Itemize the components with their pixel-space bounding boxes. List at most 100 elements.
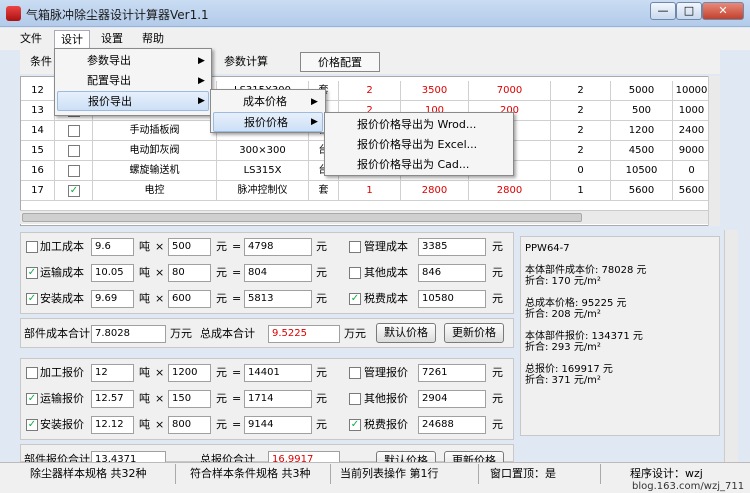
menu-item-export-excel[interactable]: 报价价格导出为 Excel... xyxy=(327,135,511,155)
cost-processing-result-field[interactable]: 4798 xyxy=(244,238,312,256)
quote-transport-checkbox[interactable]: ✓ xyxy=(26,393,38,405)
menu-settings[interactable]: 设置 xyxy=(95,30,129,48)
quote-other-field[interactable]: 2904 xyxy=(418,390,486,408)
cost-processing-tonnage-field[interactable]: 9.6 xyxy=(91,238,134,256)
grid-horizontal-scrollbar[interactable] xyxy=(20,210,708,224)
table-cell-spec: 300×300 xyxy=(217,141,309,161)
cost-update-price-button[interactable]: 更新价格 xyxy=(444,323,504,343)
menu-item-quote-export[interactable]: 报价导出 xyxy=(57,91,209,111)
quote-processing-rate-field[interactable]: 1200 xyxy=(168,364,211,382)
cost-tax-checkbox[interactable]: ✓ xyxy=(349,293,361,305)
minimize-button[interactable]: — xyxy=(650,2,676,20)
quote-mgmt-checkbox[interactable] xyxy=(349,367,361,379)
table-cell-n: 2 xyxy=(551,81,611,101)
table-cell-no: 13 xyxy=(21,101,55,121)
cost-transport-result-field[interactable]: 804 xyxy=(244,264,312,282)
quote-transport-tonnage-field[interactable]: 12.57 xyxy=(91,390,134,408)
cost-install-tonnage-field[interactable]: 9.69 xyxy=(91,290,134,308)
scroll-thumb[interactable] xyxy=(22,213,582,222)
cost-mgmt-field[interactable]: 3385 xyxy=(418,238,486,256)
multiply-sign: × xyxy=(155,266,165,279)
unit-yuan-label: 元 xyxy=(492,292,503,305)
quote-processing-result-field[interactable]: 14401 xyxy=(244,364,312,382)
menu-item-export-word[interactable]: 报价价格导出为 Wrod... xyxy=(327,115,511,135)
quote-other-checkbox[interactable] xyxy=(349,393,361,405)
cost-transport-tonnage-field[interactable]: 10.05 xyxy=(91,264,134,282)
cost-other-field[interactable]: 846 xyxy=(418,264,486,282)
unit-ton-label: 吨 xyxy=(139,266,150,279)
status-topmost: 窗口置顶：是 xyxy=(490,467,556,480)
quote-install-result-field[interactable]: 9144 xyxy=(244,416,312,434)
quote-transport-rate-field[interactable]: 150 xyxy=(168,390,211,408)
table-cell-qty: 2 xyxy=(339,81,401,101)
unit-ton-label: 吨 xyxy=(139,418,150,431)
cost-mgmt-label: 管理成本 xyxy=(364,240,408,253)
cost-install-result-field[interactable]: 5813 xyxy=(244,290,312,308)
row-checkbox[interactable] xyxy=(68,165,80,177)
menu-design[interactable]: 设计 xyxy=(54,30,90,48)
quote-tax-checkbox[interactable]: ✓ xyxy=(349,419,361,431)
status-separator xyxy=(600,464,601,484)
menu-item-cost-price[interactable]: 成本价格 xyxy=(213,92,323,112)
tab-price-config[interactable]: 价格配置 xyxy=(300,52,380,72)
cost-processing-checkbox[interactable] xyxy=(26,241,38,253)
quote-mgmt-field[interactable]: 7261 xyxy=(418,364,486,382)
submenu-arrow-icon: ▶ xyxy=(198,56,205,66)
table-cell-n: 0 xyxy=(551,161,611,181)
summary-line: 折合: 293 元/m² xyxy=(525,342,601,353)
maximize-button[interactable]: □ xyxy=(676,2,702,20)
row-checkbox[interactable] xyxy=(68,125,80,137)
quote-processing-tonnage-field[interactable]: 12 xyxy=(91,364,134,382)
unit-yuan-label: 元 xyxy=(316,240,327,253)
submenu-arrow-icon: ▶ xyxy=(198,76,205,86)
cost-processing-rate-field[interactable]: 500 xyxy=(168,238,211,256)
table-row[interactable]: 17 ✓ 电控 脉冲控制仪套 1 2800 2800 1 5600 5600 xyxy=(21,181,711,201)
status-separator xyxy=(478,464,479,484)
cost-mgmt-checkbox[interactable] xyxy=(349,241,361,253)
quote-install-checkbox[interactable]: ✓ xyxy=(26,419,38,431)
cost-transport-checkbox[interactable]: ✓ xyxy=(26,267,38,279)
multiply-sign: × xyxy=(155,418,165,431)
menu-item-export-cad[interactable]: 报价价格导出为 Cad... xyxy=(327,155,511,175)
quote-tax-field[interactable]: 24688 xyxy=(418,416,486,434)
close-button[interactable]: ✕ xyxy=(702,2,744,20)
tab-conditions[interactable]: 条件 xyxy=(24,52,58,72)
equals-sign: = xyxy=(232,366,242,379)
cost-total-label: 总成本合计 xyxy=(200,327,255,340)
quote-install-tonnage-field[interactable]: 12.12 xyxy=(91,416,134,434)
table-cell-no: 15 xyxy=(21,141,55,161)
status-separator xyxy=(175,464,176,484)
row-checkbox-cell xyxy=(55,161,93,181)
menu-file[interactable]: 文件 xyxy=(14,30,48,48)
quote-transport-result-field[interactable]: 1714 xyxy=(244,390,312,408)
cost-install-checkbox[interactable]: ✓ xyxy=(26,293,38,305)
cost-install-rate-field[interactable]: 600 xyxy=(168,290,211,308)
cost-part-total-field[interactable]: 7.8028 xyxy=(91,325,166,343)
cost-default-price-button[interactable]: 默认价格 xyxy=(376,323,436,343)
cost-transport-label: 运输成本 xyxy=(40,266,84,279)
unit-yuan-label: 元 xyxy=(492,240,503,253)
row-checkbox[interactable] xyxy=(68,145,80,157)
summary-panel: PPW64-7 本体部件成本价: 78028 元折合: 170 元/m² 总成本价格… xyxy=(520,236,720,436)
multiply-sign: × xyxy=(155,392,165,405)
table-cell-unit: 套 xyxy=(309,181,339,201)
quote-install-rate-field[interactable]: 800 xyxy=(168,416,211,434)
row-checkbox[interactable]: ✓ xyxy=(68,185,80,197)
quote-processing-checkbox[interactable] xyxy=(26,367,38,379)
menu-help[interactable]: 帮助 xyxy=(136,30,170,48)
unit-yuan-label: 元 xyxy=(492,418,503,431)
tab-param-calc[interactable]: 参数计算 xyxy=(218,52,274,72)
menu-item-quote-price[interactable]: 报价价格 xyxy=(213,112,323,132)
status-match-count: 符合样本条件规格 共3种 xyxy=(190,467,311,480)
cost-transport-rate-field[interactable]: 80 xyxy=(168,264,211,282)
main-vertical-scrollbar[interactable] xyxy=(724,230,738,462)
quote-install-label: 安装报价 xyxy=(40,418,84,431)
cost-tax-field[interactable]: 10580 xyxy=(418,290,486,308)
cost-total-field[interactable]: 9.5225 xyxy=(268,325,340,343)
grid-vertical-scrollbar[interactable] xyxy=(708,76,720,226)
menu-item-config-export[interactable]: 配置导出 xyxy=(57,71,209,91)
submenu-arrow-icon: ▶ xyxy=(311,117,318,127)
menu-item-param-export[interactable]: 参数导出 xyxy=(57,51,209,71)
cost-other-checkbox[interactable] xyxy=(349,267,361,279)
unit-yuan-label: 元 xyxy=(216,392,227,405)
